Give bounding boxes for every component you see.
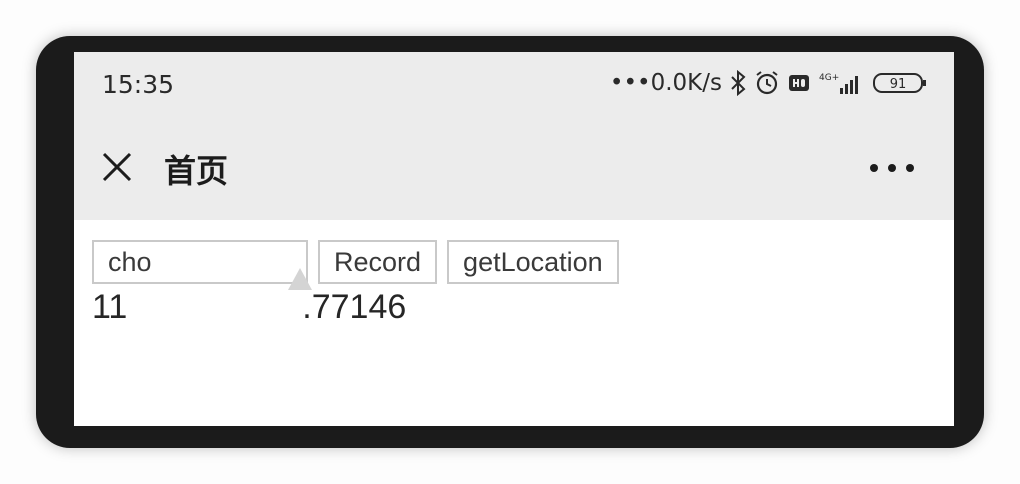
get-location-button[interactable]: getLocation [447,240,619,284]
signal-icon: 4G+ [818,70,864,96]
location-output: 11 .77146 [92,288,406,327]
location-suffix: .77146 [302,288,407,326]
redaction-overlay [150,242,306,282]
navigation-bar: 首页 [74,116,954,220]
network-speed: •••0.0K/s [609,70,722,96]
more-icon [870,164,878,172]
close-button[interactable] [100,150,134,184]
battery-level: 91 [890,77,907,92]
more-icon-dot [888,164,896,172]
close-icon [102,152,132,182]
location-prefix: 11 [92,288,128,326]
phone-screen: 15:35 •••0.0K/s 4G+ 91 首页 cho Record get… [74,52,954,426]
button-row: cho Record getLocation [92,240,619,284]
choose-button[interactable]: cho [92,240,308,284]
record-button[interactable]: Record [318,240,438,284]
more-icon-dot [906,164,914,172]
network-type-label: 4G+ [819,73,839,83]
more-button[interactable] [870,156,914,180]
redaction-marker [288,268,312,290]
alarm-icon [754,70,780,96]
hd-icon [788,73,810,93]
choose-button-label: cho [108,246,152,277]
page-title: 首页 [164,152,229,190]
screenshot-stage: 15:35 •••0.0K/s 4G+ 91 首页 cho Record get… [0,0,1020,484]
get-location-button-label: getLocation [463,246,603,277]
status-time: 15:35 [102,70,175,99]
status-bar: 15:35 •••0.0K/s 4G+ 91 [74,52,954,116]
bluetooth-icon [730,70,746,96]
status-icons: •••0.0K/s 4G+ 91 [610,68,928,98]
record-button-label: Record [334,246,422,277]
page-content: cho Record getLocation 11 .77146 [74,220,954,426]
redacted-region [127,294,303,325]
battery-icon: 91 [872,71,928,95]
